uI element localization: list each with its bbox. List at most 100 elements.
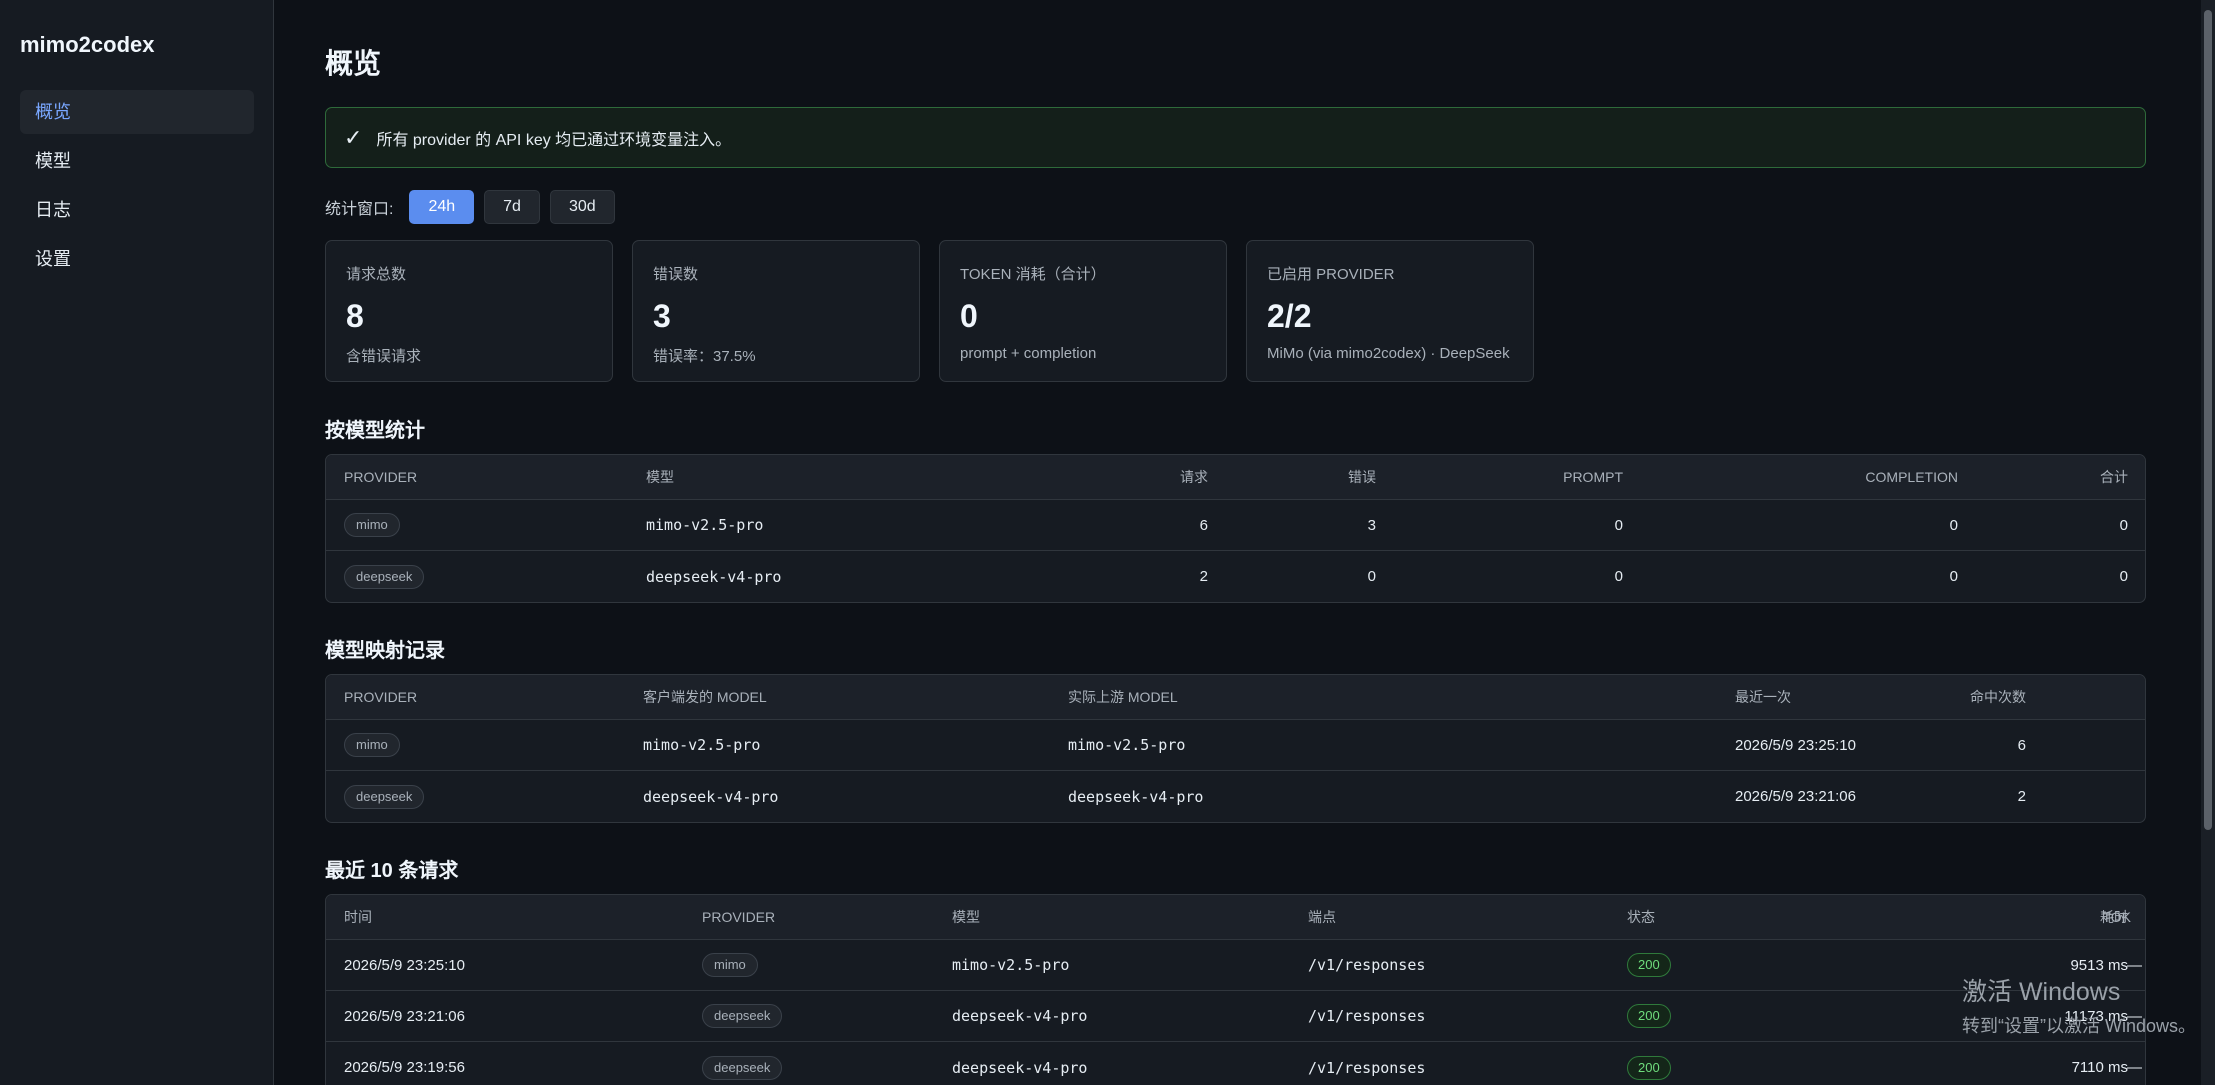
success-alert: ✓ 所有 provider 的 API key 均已通过环境变量注入。 [325,107,2146,168]
card-sub: 错误率：37.5% [653,348,756,365]
duration-value: 7110 ms [2071,1059,2128,1076]
requests-value: 6 [1199,516,1208,534]
upstream-model: deepseek-v4-pro [1068,787,1204,806]
request-time: 2026/5/9 23:25:10 [344,956,465,974]
card-sub: 含错误请求 [346,348,422,365]
provider-badge: deepseek [702,1004,783,1028]
status-badge: 200 [1627,1055,1671,1080]
prompt-value: 0 [1614,568,1623,585]
table-row[interactable]: 2026/5/9 23:25:10 mimo mimo-v2.5-pro /v1… [326,940,2145,991]
provider-badge: deepseek [702,1055,783,1080]
table-header: 时间 PROVIDER 模型 端点 状态 TOK 耗时 [326,895,2145,940]
table-row[interactable]: 2026/5/9 23:19:56 deepseek deepseek-v4-p… [326,1042,2145,1085]
completion-value: 0 [1949,516,1958,534]
col-model: 模型 [952,909,980,925]
endpoint: /v1/responses [1308,956,1426,974]
sidebar-nav: 概览 模型 日志 设置 [20,90,254,286]
completion-value: 0 [1949,568,1958,585]
main-content: 概览 ✓ 所有 provider 的 API key 均已通过环境变量注入。 统… [325,0,2147,1085]
card-label: 已启用 PROVIDER [1267,266,1395,283]
by-model-table: PROVIDER 模型 请求 错误 PROMPT COMPLETION 合计 m… [325,454,2146,603]
last-time: 2026/5/9 23:25:10 [1735,736,1856,754]
col-requests: 请求 [1180,469,1208,485]
status-badge: 200 [1627,953,1671,977]
model-name: deepseek-v4-pro [952,1007,1088,1025]
provider-badge: mimo [344,513,400,537]
requests-value: 2 [1199,568,1208,585]
col-model: 模型 [646,469,674,485]
col-status: 状态 [1627,909,1655,925]
watermark-sub: 转到“设置”以激活 Windows。 [1962,1016,2197,1036]
status-badge: 200 [1627,1004,1671,1028]
stats-window-selector: 统计窗口: 24h 7d 30d [325,190,625,224]
card-value: 0 [960,298,978,334]
check-icon: ✓ [344,124,363,150]
col-prompt: PROMPT [1563,469,1623,485]
stat-cards: 请求总数 8 含错误请求 错误数 3 错误率：37.5% TOKEN 消耗（合计… [325,240,1553,382]
card-label: 请求总数 [346,266,407,283]
card-value: 8 [346,298,364,334]
sidebar-item-settings[interactable]: 设置 [20,237,254,281]
card-sub: MiMo (via mimo2codex) · DeepSeek [1267,345,1510,362]
col-upstream-model: 实际上游 MODEL [1068,689,1178,705]
table-header: PROVIDER 客户端发的 MODEL 实际上游 MODEL 命中次数 最近一… [326,675,2145,720]
scrollbar-thumb[interactable] [2204,10,2212,830]
request-time: 2026/5/9 23:21:06 [344,1007,465,1025]
table-row[interactable]: 2026/5/9 23:21:06 deepseek deepseek-v4-p… [326,991,2145,1042]
client-model: deepseek-v4-pro [643,787,779,806]
alert-text: 所有 provider 的 API key 均已通过环境变量注入。 [376,131,732,149]
client-model: mimo-v2.5-pro [643,736,761,754]
col-provider: PROVIDER [344,469,418,485]
page-scrollbar[interactable] [2201,0,2215,1085]
errors-value: 3 [1367,516,1376,534]
sidebar: mimo2codex 概览 模型 日志 设置 [0,0,274,1085]
last-time: 2026/5/9 23:21:06 [1735,788,1856,805]
sidebar-item-overview[interactable]: 概览 [20,90,254,134]
window-7d-button[interactable]: 7d [484,190,540,224]
model-name: mimo-v2.5-pro [646,516,764,534]
errors-value: 0 [1367,568,1376,585]
provider-badge: mimo [702,953,758,977]
page-title: 概览 [325,48,382,79]
col-total: 合计 [2100,469,2128,485]
table-row: mimo mimo-v2.5-pro mimo-v2.5-pro 6 2026/… [326,720,2145,771]
sidebar-item-logs[interactable]: 日志 [20,188,254,232]
card-label: 错误数 [653,266,699,283]
windows-activation-watermark: 激活 Windows 转到“设置”以激活 Windows。 [1962,972,2196,1038]
card-sub: prompt + completion [960,345,1097,362]
total-value: 0 [2119,516,2128,534]
table-row: mimo mimo-v2.5-pro 6 3 0 0 0 [326,500,2145,551]
col-completion: COMPLETION [1865,469,1958,485]
provider-badge: mimo [344,733,400,757]
model-name: deepseek-v4-pro [646,567,782,586]
mapping-table: PROVIDER 客户端发的 MODEL 实际上游 MODEL 命中次数 最近一… [325,674,2146,823]
brand-logo-text: mimo2codex [20,32,155,57]
total-value: 0 [2119,568,2128,585]
table-header: PROVIDER 模型 请求 错误 PROMPT COMPLETION 合计 [326,455,2145,500]
watermark-title: 激活 Windows [1962,978,2121,1006]
stat-card-errors: 错误数 3 错误率：37.5% [632,240,920,382]
sidebar-item-models[interactable]: 模型 [20,139,254,183]
window-24h-button[interactable]: 24h [409,190,475,224]
stat-card-total-requests: 请求总数 8 含错误请求 [325,240,613,382]
col-errors: 错误 [1348,469,1376,485]
col-endpoint: 端点 [1308,909,1336,925]
col-time: 时间 [344,909,372,925]
provider-badge: deepseek [344,784,425,809]
stat-card-tokens: TOKEN 消耗（合计） 0 prompt + completion [939,240,1227,382]
section-title-mapping: 模型映射记录 [325,640,445,662]
stats-window-label: 统计窗口: [325,201,394,218]
provider-badge: deepseek [344,564,425,589]
endpoint: /v1/responses [1308,1007,1426,1025]
prompt-value: 0 [1614,516,1623,534]
stat-card-providers: 已启用 PROVIDER 2/2 MiMo (via mimo2codex) ·… [1246,240,1534,382]
card-value: 3 [653,298,671,334]
model-name: deepseek-v4-pro [952,1058,1088,1077]
upstream-model: mimo-v2.5-pro [1068,736,1186,754]
table-row: deepseek deepseek-v4-pro 2 0 0 0 0 [326,551,2145,602]
section-title-recent: 最近 10 条请求 [325,860,459,882]
col-duration: 耗时 [2100,909,2128,925]
card-value: 2/2 [1267,298,1312,334]
card-label: TOKEN 消耗（合计） [960,266,1106,283]
window-30d-button[interactable]: 30d [549,190,615,224]
